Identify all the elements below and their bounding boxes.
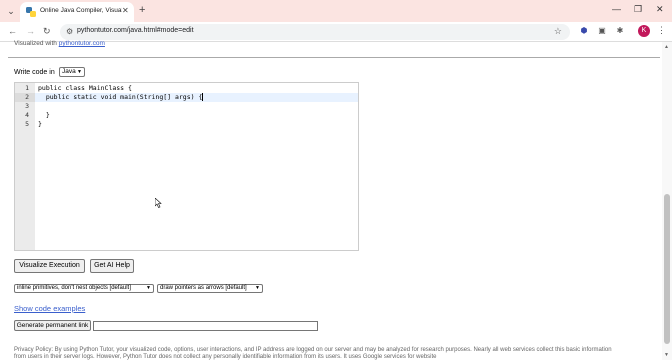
line-number: 3 — [25, 102, 29, 110]
address-bar[interactable]: ⚙ pythontutor.com/java.html#mode=edit ☆ — [60, 24, 570, 40]
pointers-select[interactable]: draw pointers as arrows [default] ▼ — [157, 284, 263, 293]
back-icon[interactable]: ← — [8, 26, 17, 36]
line-number: 1 — [25, 84, 29, 92]
mouse-pointer-icon — [155, 198, 162, 208]
code-line: } — [38, 120, 42, 128]
permanent-link-field[interactable] — [93, 321, 318, 331]
bookmark-star-icon[interactable]: ☆ — [554, 26, 562, 37]
chevron-down-icon: ▼ — [77, 69, 82, 75]
visualized-link[interactable]: pythontutor.com — [59, 40, 105, 47]
window-close-icon[interactable]: ✕ — [656, 4, 664, 15]
forward-icon[interactable]: → — [26, 26, 35, 36]
tab-search-icon[interactable]: ⌄ — [4, 4, 18, 18]
tab-close-icon[interactable]: ✕ — [122, 6, 129, 15]
visualized-prefix: Visualized with — [14, 40, 57, 47]
code-line: public static void main(String[] args) { — [38, 93, 204, 101]
page-content: Visualized with pythontutor.com Write co… — [0, 40, 662, 360]
minimize-icon[interactable]: — — [612, 4, 621, 14]
divider — [8, 57, 660, 58]
primitives-value: inline primitives, don't nest objects [d… — [17, 285, 131, 291]
generate-permanent-link-button[interactable]: Generate permanent link — [14, 320, 91, 331]
site-info-icon[interactable]: ⚙ — [66, 27, 73, 36]
browser-toolbar: ← → ↻ ⚙ pythontutor.com/java.html#mode=e… — [0, 22, 672, 42]
browser-menu-icon[interactable]: ⋮ — [657, 25, 666, 36]
code-line: } — [38, 111, 50, 119]
reload-icon[interactable]: ↻ — [43, 26, 51, 37]
python-favicon-icon — [26, 7, 36, 17]
line-number: 2 — [25, 93, 29, 101]
save-page-icon[interactable]: ▣ — [596, 25, 608, 37]
browser-tab-strip: ⌄ Online Java Compiler, Visual Debugger … — [0, 0, 672, 22]
url-text: pythontutor.com/java.html#mode=edit — [77, 27, 194, 34]
maximize-icon[interactable]: ❐ — [634, 4, 642, 15]
privacy-policy-text: Privacy Policy: By using Python Tutor, y… — [14, 347, 612, 360]
language-select[interactable]: Java ▼ — [59, 67, 85, 77]
extensions-puzzle-icon[interactable]: ✱ — [614, 25, 626, 37]
profile-avatar[interactable]: K — [638, 25, 650, 37]
code-editor[interactable]: 1 2 3 4 5 public class MainClass { publi… — [14, 82, 359, 251]
code-line: public class MainClass { — [38, 84, 132, 92]
visualize-execution-button[interactable]: Visualize Execution — [14, 259, 85, 273]
language-value: Java — [62, 68, 76, 75]
scroll-up-icon[interactable]: ▲ — [664, 44, 669, 50]
page-scrollbar[interactable]: ▲ ▼ — [662, 42, 672, 360]
pointers-value: draw pointers as arrows [default] — [160, 285, 247, 291]
show-code-examples-link[interactable]: Show code examples — [14, 304, 85, 313]
line-number: 5 — [25, 120, 29, 128]
line-number: 4 — [25, 111, 29, 119]
extension-icon[interactable]: ⬢ — [578, 25, 590, 37]
write-code-label: Write code in — [14, 69, 55, 76]
tab-title: Online Java Compiler, Visual Debugger — [40, 7, 122, 14]
primitives-select[interactable]: inline primitives, don't nest objects [d… — [14, 284, 154, 293]
scroll-down-icon[interactable]: ▼ — [664, 352, 669, 358]
get-ai-help-button[interactable]: Get AI Help — [90, 259, 134, 273]
browser-tab[interactable]: Online Java Compiler, Visual Debugger ✕ — [20, 2, 134, 22]
new-tab-icon[interactable]: + — [139, 4, 145, 16]
chevron-down-icon: ▼ — [255, 285, 260, 291]
text-cursor — [202, 93, 204, 101]
visualized-with-line: Visualized with pythontutor.com — [14, 40, 105, 47]
code-line-text: public static void main(String[] args) { — [38, 93, 203, 101]
scrollbar-thumb[interactable] — [664, 194, 670, 344]
chevron-down-icon: ▼ — [146, 285, 151, 291]
